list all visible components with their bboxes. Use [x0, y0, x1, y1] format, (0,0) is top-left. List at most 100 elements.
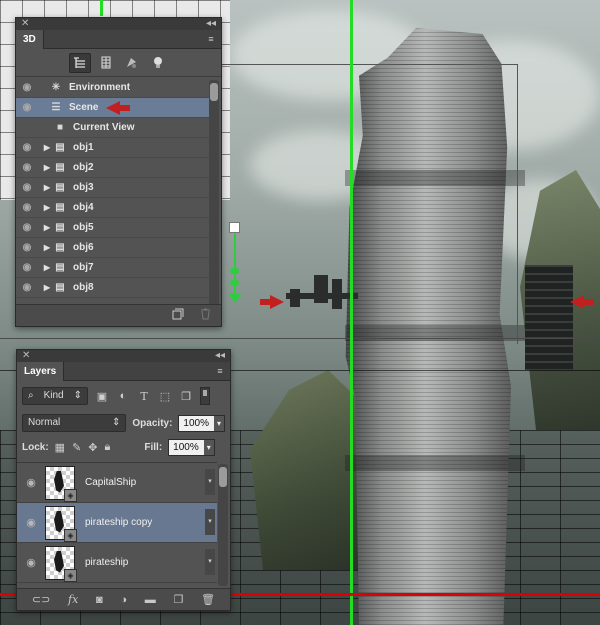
link-layers-icon[interactable]: ⊂⊃ — [32, 593, 50, 606]
layer-thumbnail[interactable]: ◈ — [45, 465, 77, 502]
lock-position-icon[interactable]: ✥ — [88, 441, 97, 454]
visibility-eye-icon[interactable]: ◉ — [17, 516, 45, 529]
chevron-down-icon[interactable]: ▾ — [205, 549, 215, 575]
axis-widget-scale-handle[interactable] — [229, 222, 240, 233]
shape-filter-icon[interactable]: ⬚ — [158, 390, 172, 403]
layers-panel: ✕ ◂◂ Layers ≡ ⌕ Kind ⇕ ▣ ◐ T ⬚ ❐ Normal … — [16, 349, 231, 611]
add-mask-icon[interactable]: ◙ — [96, 594, 103, 606]
panel-menu-icon[interactable]: ≡ — [214, 366, 226, 376]
layer-name[interactable]: pirateship — [85, 557, 128, 568]
layer-row[interactable]: ◉ ◈ CapitalShip ▾ — [17, 463, 217, 503]
layer-thumbnail[interactable]: ◈ — [45, 545, 77, 582]
delete-icon[interactable] — [200, 308, 211, 323]
visibility-eye-icon[interactable]: ◉ — [16, 282, 38, 293]
chevron-down-icon[interactable]: ▾ — [205, 469, 215, 495]
opacity-value[interactable]: 100% — [183, 415, 209, 432]
scene-filter-icon[interactable] — [68, 52, 91, 73]
expand-triangle-icon[interactable]: ▶ — [42, 183, 52, 192]
pixel-filter-icon[interactable]: ▣ — [95, 390, 109, 403]
scene-row[interactable]: ◉ ▶ ▤ obj2 — [16, 158, 209, 178]
axis-widget-rotate-handle[interactable] — [230, 268, 239, 274]
material-filter-icon[interactable] — [121, 53, 143, 73]
scrollbar-thumb[interactable] — [210, 83, 218, 101]
visibility-eye-icon[interactable]: ◉ — [16, 242, 38, 253]
fill-value[interactable]: 100% — [173, 439, 199, 456]
scene-row[interactable]: ◉ ▶ ▤ obj5 — [16, 218, 209, 238]
3d-layer-badge-icon: ◈ — [64, 488, 77, 502]
scene-row[interactable]: ■ Current View — [16, 118, 209, 138]
scene-row[interactable]: ◉ ☰ Scene — [16, 98, 209, 118]
layer-row[interactable]: ◉ ◈ pirateship copy ▾ — [17, 503, 217, 543]
layer-thumbnail[interactable]: ◈ — [45, 505, 77, 542]
panel-title-bar[interactable]: ✕ ◂◂ — [17, 350, 230, 362]
delete-layer-icon[interactable]: 🗑︎ — [201, 593, 215, 606]
scene-row[interactable]: ◉ ▶ ▤ obj3 — [16, 178, 209, 198]
axis-widget-move-arrow[interactable] — [228, 293, 242, 303]
visibility-eye-icon[interactable]: ◉ — [16, 82, 38, 93]
lock-transparent-icon[interactable]: ▦ — [55, 441, 65, 454]
expand-triangle-icon[interactable]: ▶ — [42, 283, 52, 292]
smart-object-filter-icon[interactable]: ❐ — [179, 390, 193, 403]
scene-row[interactable]: ◉ ▶ ▤ obj4 — [16, 198, 209, 218]
lock-paint-icon[interactable]: ✎ — [72, 441, 81, 454]
expand-triangle-icon[interactable]: ▶ — [42, 263, 52, 272]
expand-triangle-icon[interactable]: ▶ — [42, 243, 52, 252]
light-filter-icon[interactable] — [147, 53, 169, 73]
visibility-eye-icon[interactable]: ◉ — [16, 262, 38, 273]
tab-3d[interactable]: 3D — [16, 30, 44, 49]
annotation-arrow-left — [106, 100, 131, 115]
scene-row[interactable]: ◉ ▶ ▤ obj1 — [16, 138, 209, 158]
fill-field[interactable]: 100% ▾ — [168, 438, 215, 456]
opacity-field[interactable]: 100% ▾ — [178, 414, 225, 432]
scene-row[interactable]: ◉ ▶ ▤ obj6 — [16, 238, 209, 258]
panel-title-bar[interactable]: ✕ ◂◂ — [16, 18, 221, 30]
filter-toggle[interactable] — [200, 387, 210, 405]
visibility-eye-icon[interactable]: ◉ — [16, 142, 38, 153]
adjustment-filter-icon[interactable]: ◐ — [116, 390, 130, 402]
new-layer-icon[interactable]: ❐ — [173, 593, 183, 606]
mesh-filter-icon[interactable] — [95, 53, 117, 73]
pirate-ship-copy-model[interactable] — [525, 265, 573, 370]
blend-mode-select[interactable]: Normal ⇕ — [22, 414, 127, 432]
visibility-eye-icon[interactable]: ◉ — [17, 476, 45, 489]
collapse-icon[interactable]: ◂◂ — [206, 18, 216, 30]
lock-all-icon[interactable]: 🔒︎ — [105, 441, 111, 454]
close-icon[interactable]: ✕ — [21, 18, 29, 30]
type-filter-icon[interactable]: T — [137, 390, 151, 403]
visibility-eye-icon[interactable]: ◉ — [16, 202, 38, 213]
scene-row[interactable]: ◉ ▶ ▤ obj7 — [16, 258, 209, 278]
chevron-down-icon[interactable]: ▾ — [203, 439, 214, 455]
layer-row[interactable]: ◉ ◈ pirateship ▾ — [17, 543, 217, 583]
layer-name[interactable]: CapitalShip — [85, 477, 136, 488]
layer-filter-toolbar: ⌕ Kind ⇕ ▣ ◐ T ⬚ ❐ — [17, 381, 230, 411]
axis-widget-stem[interactable] — [234, 228, 236, 300]
expand-triangle-icon[interactable]: ▶ — [42, 203, 52, 212]
visibility-eye-icon[interactable]: ◉ — [16, 222, 38, 233]
tab-layers[interactable]: Layers — [17, 362, 65, 381]
scene-row[interactable]: ◉ ✳ Environment — [16, 78, 209, 98]
expand-triangle-icon[interactable]: ▶ — [42, 143, 52, 152]
chevron-down-icon[interactable]: ▾ — [205, 509, 215, 535]
axis-widget-rotate-handle[interactable] — [230, 280, 239, 286]
visibility-eye-icon[interactable]: ◉ — [16, 102, 38, 113]
expand-triangle-icon[interactable]: ▶ — [42, 223, 52, 232]
layer-style-icon[interactable]: fx — [68, 593, 78, 606]
scene-tree-scrollbar[interactable] — [209, 80, 219, 316]
adjustment-layer-icon[interactable]: ◑ — [120, 594, 127, 606]
expand-triangle-icon[interactable]: ▶ — [42, 163, 52, 172]
new-object-icon[interactable] — [172, 308, 186, 323]
chevron-down-icon[interactable]: ▾ — [214, 415, 224, 431]
scene-row[interactable]: ◉ ▶ ▤ obj8 — [16, 278, 209, 298]
visibility-eye-icon[interactable]: ◉ — [16, 182, 38, 193]
filter-kind-select[interactable]: ⌕ Kind ⇕ — [22, 387, 88, 405]
visibility-eye-icon[interactable]: ◉ — [16, 162, 38, 173]
pirate-ship-model[interactable] — [286, 275, 358, 315]
visibility-eye-icon[interactable]: ◉ — [17, 556, 45, 569]
panel-menu-icon[interactable]: ≡ — [205, 34, 217, 44]
layer-list-scrollbar[interactable] — [218, 464, 228, 586]
scrollbar-thumb[interactable] — [219, 467, 227, 487]
collapse-icon[interactable]: ◂◂ — [215, 350, 225, 362]
new-group-icon[interactable]: ▬ — [145, 594, 156, 606]
close-icon[interactable]: ✕ — [22, 350, 30, 362]
layer-name[interactable]: pirateship copy — [85, 517, 152, 528]
